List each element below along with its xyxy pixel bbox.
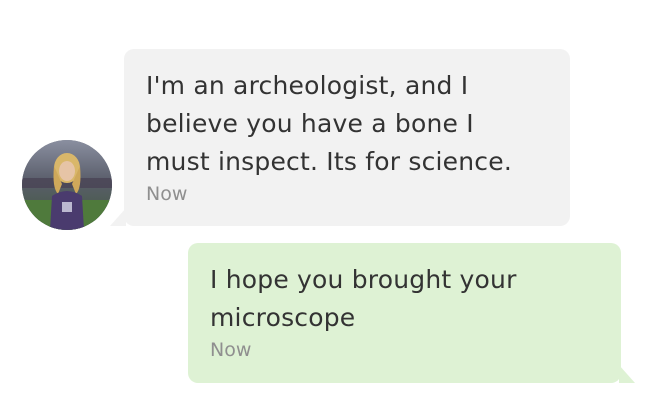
message-text: I'm an archeologist, and I believe you h… xyxy=(146,71,512,176)
avatar[interactable] xyxy=(22,140,112,230)
message-timestamp: Now xyxy=(146,183,188,205)
avatar-photo-icon xyxy=(22,140,112,230)
message-text: I hope you brought your microscope xyxy=(210,265,517,332)
message-timestamp: Now xyxy=(210,339,252,361)
incoming-message-bubble: I'm an archeologist, and I believe you h… xyxy=(110,49,570,226)
outgoing-message-bubble: I hope you brought your microscope Now xyxy=(188,243,635,383)
